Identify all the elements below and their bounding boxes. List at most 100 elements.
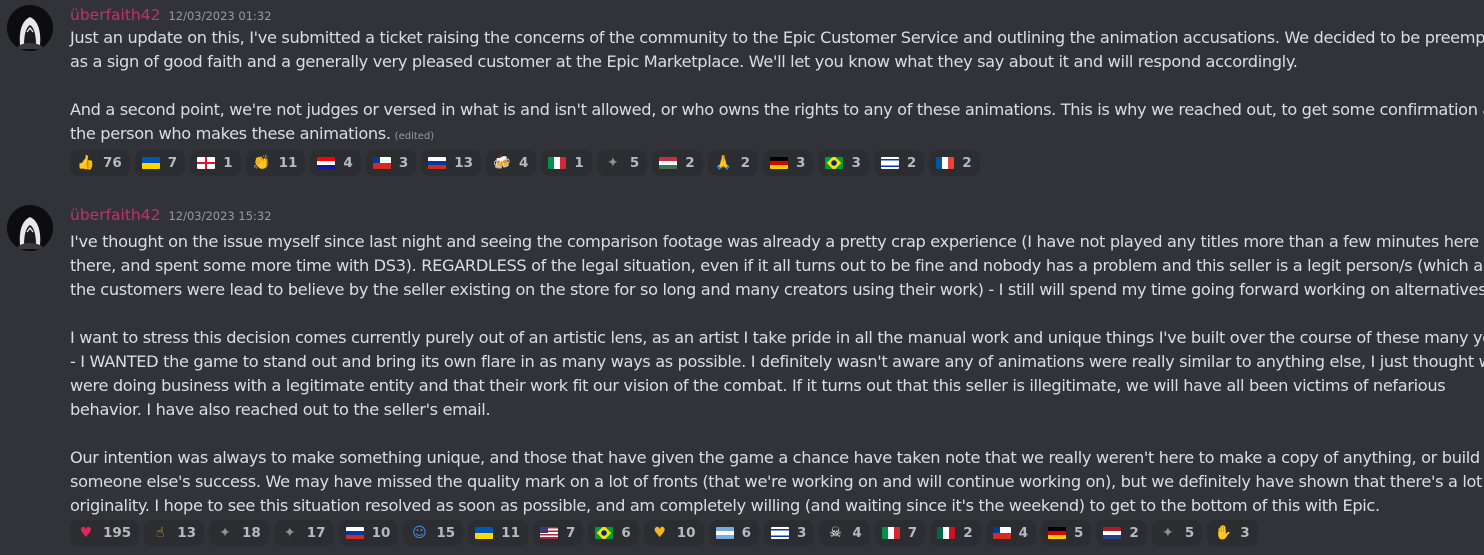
reaction-flag-usa[interactable]: 7 — [532, 520, 584, 546]
reaction-pointing-hand[interactable]: ☝ 13 — [144, 520, 204, 546]
reaction-count: 2 — [685, 155, 695, 171]
flag-ukraine-icon — [475, 527, 494, 539]
custom-emoji-icon: ✦ — [1161, 525, 1174, 541]
username[interactable]: überfaith42 — [70, 6, 160, 24]
reaction-count: 6 — [741, 525, 751, 541]
clapping-hands-icon: 👏 — [252, 155, 271, 171]
reaction-count: 5 — [1184, 525, 1195, 541]
reaction-flag-chile[interactable]: 3 — [365, 150, 417, 176]
reaction-raising-hands[interactable]: ✋ 3 — [1207, 520, 1258, 546]
message-line: the person who makes these animations. (e… — [70, 122, 1480, 149]
reaction-count: 2 — [1129, 525, 1139, 541]
flag-georgia-icon — [197, 157, 216, 169]
timestamp: 12/03/2023 15:32 — [168, 209, 272, 223]
heart-hands-icon: ♥ — [653, 525, 667, 541]
reaction-count: 1 — [574, 155, 584, 171]
reaction-flag-israel[interactable]: 3 — [763, 520, 815, 546]
reaction-count: 17 — [306, 525, 326, 541]
reaction-clapping-hands[interactable]: 👏 11 — [245, 150, 306, 176]
message-content: Just an update on this, I've submitted a… — [70, 26, 1484, 149]
reaction-flag-hungary[interactable]: 2 — [652, 150, 703, 176]
flag-israel-icon — [880, 157, 899, 169]
flag-argentina-icon — [715, 527, 734, 539]
reaction-count: 3 — [851, 155, 861, 171]
reaction-flag-russia[interactable]: 13 — [421, 150, 482, 176]
message-line: the customers were lead to believe by th… — [70, 280, 1484, 299]
thumbs-up-icon: 👍 — [77, 155, 95, 171]
timestamp: 12/03/2023 01:32 — [168, 9, 272, 23]
reactions-bar: ♥ 195 ☝ 13 ✦ 18 ✦ 17 10 ☺ 15 11 7 6 ♥ 10 6 3 ☠ 4 7 2 4 5 2 ✦ 5 ✋ 3 — [70, 520, 1258, 546]
reaction-count: 10 — [371, 525, 391, 541]
reaction-flag-chile[interactable]: 4 — [985, 520, 1037, 546]
reaction-flag-netherlands[interactable]: 2 — [1096, 520, 1147, 546]
reaction-custom-emoji[interactable]: ✦ 18 — [208, 520, 269, 546]
reaction-flag-italy[interactable]: 7 — [874, 520, 926, 546]
people-hugging-icon: ☺ — [412, 525, 427, 541]
flag-france-icon — [936, 157, 955, 169]
flag-germany-icon — [1048, 527, 1067, 539]
message-line: I've thought on the issue myself since l… — [70, 232, 1484, 251]
reaction-beer-mugs[interactable]: 🍻 4 — [486, 150, 537, 176]
reaction-count: 3 — [1240, 525, 1250, 541]
reaction-custom-emoji[interactable]: ✦ 17 — [273, 520, 334, 546]
reaction-flag-israel[interactable]: 2 — [873, 150, 925, 176]
reaction-custom-emoji[interactable]: ✦ 5 — [1151, 520, 1203, 546]
avatar[interactable] — [7, 205, 53, 251]
message-line — [70, 74, 1480, 98]
message-line: as a sign of good faith and a generally … — [70, 52, 1298, 71]
reaction-flag-brazil[interactable]: 3 — [818, 150, 869, 176]
reaction-count: 3 — [398, 155, 409, 171]
ghost-icon: ☠ — [829, 525, 842, 541]
reaction-count: 18 — [241, 525, 261, 541]
reaction-flag-georgia[interactable]: 1 — [190, 150, 241, 176]
reaction-flag-russia[interactable]: 10 — [338, 520, 399, 546]
reaction-flag-italy[interactable]: 1 — [541, 150, 592, 176]
reaction-folded-hands[interactable]: 🙏 2 — [707, 150, 759, 176]
reaction-flag-germany[interactable]: 3 — [763, 150, 814, 176]
reaction-count: 76 — [103, 155, 122, 171]
message-header: überfaith42 12/03/2023 01:32 — [70, 6, 272, 26]
reaction-count: 4 — [1018, 525, 1029, 541]
reaction-count: 5 — [629, 155, 640, 171]
reaction-count: 7 — [167, 155, 178, 171]
flag-brazil-icon — [825, 157, 844, 169]
reaction-count: 7 — [565, 525, 576, 541]
message-line: there, and spent some more time with DS3… — [70, 256, 1484, 275]
reaction-count: 2 — [906, 155, 917, 171]
reaction-count: 4 — [343, 155, 353, 171]
reaction-count: 6 — [621, 525, 631, 541]
reaction-thumbs-up[interactable]: 👍 76 — [70, 150, 130, 176]
reaction-flag-mexico[interactable]: 2 — [930, 520, 981, 546]
reaction-count: 13 — [177, 525, 196, 541]
reaction-flag-ukraine[interactable]: 11 — [468, 520, 528, 546]
reaction-count: 3 — [796, 155, 806, 171]
flag-hungary-icon — [659, 157, 678, 169]
reaction-red-heart[interactable]: ♥ 195 — [70, 520, 140, 546]
reaction-custom-emoji[interactable]: ✦ 5 — [596, 150, 648, 176]
avatar[interactable] — [7, 5, 53, 51]
message-header: überfaith42 12/03/2023 15:32 — [70, 206, 272, 226]
reaction-flag-ukraine[interactable]: 7 — [134, 150, 186, 176]
username[interactable]: überfaith42 — [70, 206, 160, 224]
reaction-count: 1 — [223, 155, 233, 171]
reaction-ghost[interactable]: ☠ 4 — [819, 520, 870, 546]
reaction-count: 13 — [454, 155, 474, 171]
message-line: behavior. I have also reached out to the… — [70, 400, 491, 419]
flag-usa-icon — [539, 527, 558, 539]
reaction-flag-france[interactable]: 2 — [929, 150, 980, 176]
reaction-flag-brazil[interactable]: 6 — [588, 520, 639, 546]
reaction-count: 7 — [907, 525, 918, 541]
message-line: And a second point, we're not judges or … — [70, 100, 1484, 119]
pointing-hand-icon: ☝ — [155, 525, 165, 541]
reaction-flag-argentina[interactable]: 6 — [708, 520, 759, 546]
red-heart-icon: ♥ — [79, 525, 93, 541]
reaction-count: 11 — [278, 155, 298, 171]
reaction-flag-croatia[interactable]: 4 — [310, 150, 361, 176]
flag-mexico-icon — [937, 527, 956, 539]
reaction-people-hugging[interactable]: ☺ 15 — [403, 520, 464, 546]
reaction-flag-germany[interactable]: 5 — [1041, 520, 1092, 546]
reaction-heart-hands[interactable]: ♥ 10 — [643, 520, 704, 546]
custom-emoji-icon: ✦ — [606, 155, 619, 171]
message-line: someone else's success. We may have miss… — [70, 472, 1484, 491]
reactions-bar: 👍 76 7 1 👏 11 4 3 13 🍻 4 1 ✦ 5 2 🙏 2 3 3 2 2 — [70, 150, 980, 176]
